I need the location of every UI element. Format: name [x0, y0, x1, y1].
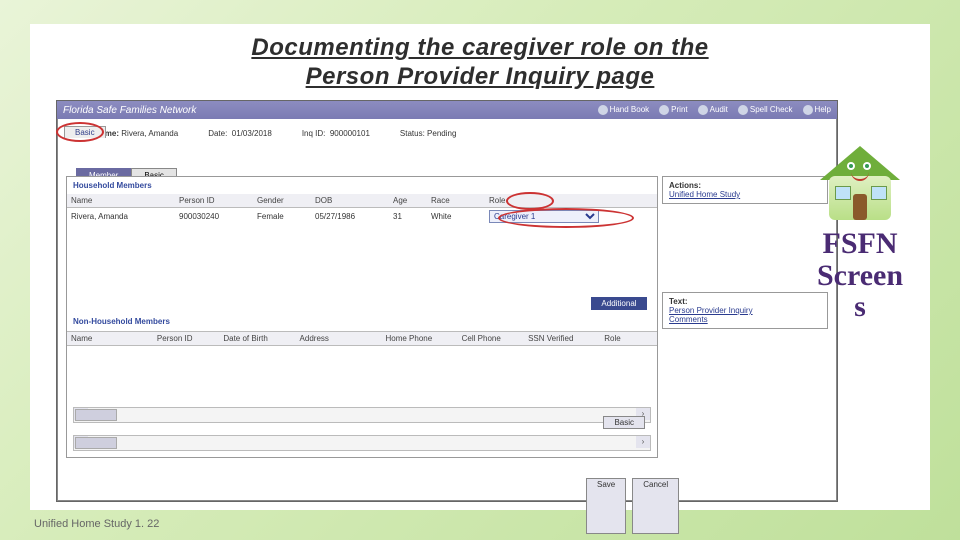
print-icon [659, 105, 669, 115]
nh-scrollbar[interactable]: ‹ › [73, 435, 651, 451]
text-heading: Text: [669, 297, 821, 306]
audit-button[interactable]: Audit [698, 105, 728, 115]
col-dob: DOB [311, 194, 389, 208]
date-value: 01/03/2018 [232, 129, 272, 138]
nh-col-hphone: Home Phone [381, 332, 457, 345]
inq-id-value: 900000101 [330, 129, 370, 138]
nh-col-cphone: Cell Phone [458, 332, 524, 345]
cell-dob: 05/27/1986 [311, 208, 389, 226]
additional-button[interactable]: Additional [591, 297, 647, 310]
cancel-button[interactable]: Cancel [632, 478, 679, 534]
table-header-row: Name Person ID Gender DOB Age Race Role [67, 194, 657, 208]
slide-footer: Unified Home Study 1. 22 [34, 518, 159, 530]
basic-button[interactable]: Basic [603, 416, 645, 429]
record-info-bar: Family Name: Rivera, Amanda Date: 01/03/… [57, 119, 837, 142]
text-link-comments[interactable]: Comments [669, 315, 821, 324]
title-line-1: Documenting the caregiver role on the [251, 34, 708, 61]
actions-link-uhs[interactable]: Unified Home Study [669, 190, 821, 199]
nh-col-ssn: SSN Verified [524, 332, 600, 345]
callout-oval-role-header [506, 192, 554, 210]
spellcheck-icon [738, 105, 748, 115]
app-header: Florida Safe Families Network Hand Book … [57, 101, 837, 119]
col-race: Race [427, 194, 485, 208]
fsfn-text-2: Screen [800, 260, 920, 292]
callout-oval-role-select [498, 208, 634, 228]
inq-id-label: Inq ID: [302, 129, 326, 138]
scrollbar-thumb[interactable] [75, 437, 117, 449]
cell-gender: Female [253, 208, 311, 226]
help-button[interactable]: Help [803, 105, 831, 115]
text-link-ppi[interactable]: Person Provider Inquiry [669, 306, 821, 315]
callout-oval-basic-tab [56, 122, 104, 142]
help-icon [803, 105, 813, 115]
col-gender: Gender [253, 194, 311, 208]
spellcheck-button[interactable]: Spell Check [738, 105, 793, 115]
nh-col-pid: Person ID [153, 332, 219, 345]
cell-race: White [427, 208, 485, 226]
col-name: Name [67, 194, 175, 208]
nh-col-name: Name [67, 332, 153, 345]
audit-icon [698, 105, 708, 115]
handbook-icon [598, 105, 608, 115]
app-name: Florida Safe Families Network [63, 105, 196, 116]
nh-col-addr: Address [296, 332, 382, 345]
app-toolbar: Hand Book Print Audit Spell Check Help [598, 101, 831, 119]
cell-name: Rivera, Amanda [67, 208, 175, 226]
nh-col-role: Role [600, 332, 657, 345]
page-title: Documenting the caregiver role on the Pe… [30, 34, 930, 92]
col-age: Age [389, 194, 427, 208]
fsfn-text-3: s [800, 291, 920, 323]
chevron-right-icon[interactable]: › [636, 436, 650, 448]
non-household-header: Name Person ID Date of Birth Address Hom… [67, 331, 657, 346]
fsfn-text-1: FSFN [800, 228, 920, 260]
household-members-label: Household Members [67, 177, 657, 194]
hh-scrollbar[interactable]: ‹ › [73, 407, 651, 423]
cell-pid: 900030240 [175, 208, 253, 226]
handbook-button[interactable]: Hand Book [598, 105, 650, 115]
date-label: Date: [208, 129, 227, 138]
save-button[interactable]: Save [586, 478, 626, 534]
status-label: Status: [400, 129, 425, 138]
actions-heading: Actions: [669, 181, 821, 190]
scrollbar-thumb[interactable] [75, 409, 117, 421]
nh-col-dob: Date of Birth [219, 332, 295, 345]
col-person-id: Person ID [175, 194, 253, 208]
family-name-value: Rivera, Amanda [121, 129, 178, 138]
cell-age: 31 [389, 208, 427, 226]
footer-buttons: Save Cancel [586, 478, 948, 534]
print-button[interactable]: Print [659, 105, 687, 115]
fsfn-widget: FSFN Screen s [800, 136, 920, 323]
house-icon [815, 136, 905, 226]
non-household-members-label: Non-Household Members [73, 317, 170, 326]
status-value: Pending [427, 129, 456, 138]
title-line-2: Person Provider Inquiry page [306, 63, 655, 90]
